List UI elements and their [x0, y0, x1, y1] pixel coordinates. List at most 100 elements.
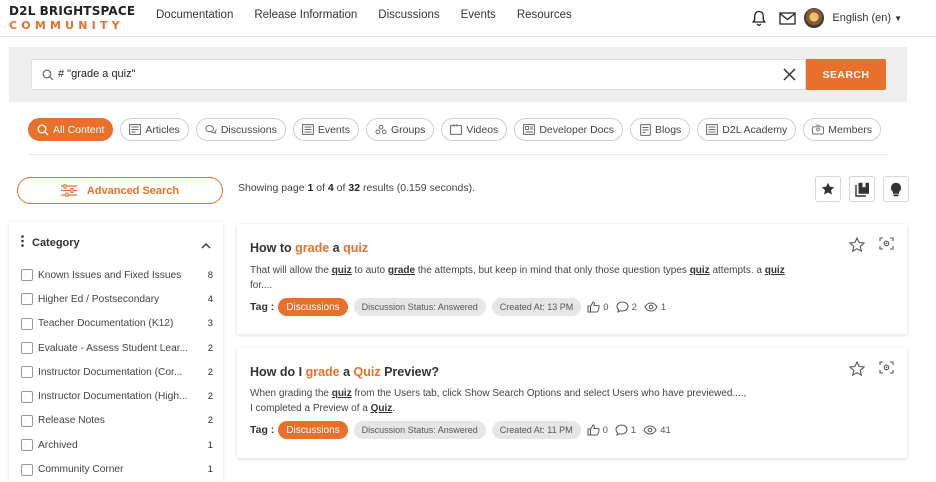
- clear-search-icon[interactable]: [782, 67, 797, 87]
- more-options-icon[interactable]: [21, 235, 24, 250]
- favorite-star-icon[interactable]: [849, 237, 865, 252]
- eye-icon: [643, 425, 657, 435]
- top-navigation-bar: D2L BRIGHTSPACE COMMUNITY Documentation R…: [0, 0, 936, 37]
- result-card: How do I grade a Quiz Preview? When grad…: [237, 348, 907, 458]
- likes-count[interactable]: 0: [587, 424, 608, 436]
- category-checkbox[interactable]: [21, 366, 33, 379]
- category-checkbox[interactable]: [21, 390, 33, 403]
- search-icon: [37, 124, 49, 136]
- tips-button[interactable]: [883, 176, 909, 202]
- search-band: # "grade a quiz" SEARCH: [9, 47, 907, 102]
- filter-groups[interactable]: Groups: [365, 118, 435, 141]
- category-checkbox[interactable]: [21, 463, 33, 476]
- thumbs-up-icon: [587, 301, 600, 313]
- preview-icon[interactable]: [879, 237, 894, 252]
- favorites-button[interactable]: [815, 176, 841, 202]
- category-item[interactable]: Community Corner 1: [21, 457, 213, 481]
- tag-badge[interactable]: Discussions: [278, 298, 348, 316]
- views-count: 1: [644, 302, 666, 313]
- likes-count[interactable]: 0: [587, 301, 609, 313]
- eye-icon: [644, 302, 658, 312]
- result-meta: Tag : Discussions Discussion Status: Ans…: [250, 421, 678, 439]
- star-icon: [821, 182, 835, 195]
- filter-divider: [28, 154, 888, 155]
- brightspace-community-logo[interactable]: D2L BRIGHTSPACE COMMUNITY: [9, 4, 135, 32]
- event-icon: [301, 124, 314, 136]
- category-item[interactable]: Known Issues and Fixed Issues 8: [21, 263, 213, 287]
- category-item[interactable]: Higher Ed / Postsecondary 4: [21, 287, 213, 311]
- category-list: Known Issues and Fixed Issues 8 Higher Ed…: [21, 263, 213, 482]
- filter-members[interactable]: Members: [803, 118, 882, 141]
- result-card: How to grade a quiz That will allow the …: [237, 224, 907, 334]
- category-checkbox[interactable]: [21, 414, 33, 427]
- search-input[interactable]: # "grade a quiz": [31, 59, 806, 90]
- category-checkbox[interactable]: [21, 342, 33, 355]
- result-snippet: When grading the quiz from the Users tab…: [250, 388, 747, 414]
- comments-count[interactable]: 1: [615, 424, 636, 436]
- category-item[interactable]: Teacher Documentation (K12) 3: [21, 312, 213, 336]
- result-title-link[interactable]: How to grade a quiz: [250, 241, 368, 255]
- language-selector[interactable]: English (en) ▼: [832, 12, 902, 24]
- blog-icon: [639, 123, 651, 136]
- results-summary: Showing page 1 of 4 of 32 results (0.159…: [238, 182, 476, 194]
- status-badge: Discussion Status: Answered: [353, 421, 486, 439]
- comments-count[interactable]: 2: [616, 301, 637, 313]
- nav-resources[interactable]: Resources: [517, 9, 572, 21]
- chevron-up-icon[interactable]: [201, 236, 211, 254]
- comment-icon: [615, 424, 628, 436]
- result-tools: [807, 176, 909, 202]
- comment-icon: [616, 301, 629, 313]
- groups-icon: [375, 124, 387, 136]
- filter-blogs[interactable]: Blogs: [630, 118, 691, 141]
- academy-icon: [706, 124, 719, 136]
- filter-discussions[interactable]: Discussions: [195, 118, 286, 141]
- category-sidebar: Category Known Issues and Fixed Issues 8 …: [9, 222, 223, 482]
- advanced-search-button[interactable]: Advanced Search: [17, 177, 223, 204]
- result-title-link[interactable]: How do I grade a Quiz Preview?: [250, 365, 439, 379]
- category-item[interactable]: Release Notes 2: [21, 409, 213, 433]
- result-snippet: That will allow the quiz to auto grade t…: [250, 265, 785, 291]
- tag-badge[interactable]: Discussions: [278, 421, 348, 439]
- saved-items-button[interactable]: [849, 176, 875, 202]
- search-button[interactable]: SEARCH: [806, 59, 886, 90]
- created-badge: Created At: 13 PM: [491, 298, 582, 316]
- category-item[interactable]: Evaluate - Assess Student Lear... 2: [21, 336, 213, 360]
- sliders-icon: [60, 184, 77, 197]
- content-type-filters: All Content Articles Discussions Events …: [28, 118, 888, 141]
- filter-all-content[interactable]: All Content: [28, 118, 114, 141]
- user-avatar[interactable]: [804, 8, 825, 28]
- result-meta: Tag : Discussions Discussion Status: Ans…: [250, 298, 673, 316]
- category-checkbox[interactable]: [21, 439, 33, 452]
- nav-release-information[interactable]: Release Information: [254, 9, 357, 21]
- filter-d2l-academy[interactable]: D2L Academy: [697, 118, 797, 141]
- status-badge: Discussion Status: Answered: [353, 298, 486, 316]
- category-checkbox[interactable]: [21, 293, 33, 306]
- top-right-controls: English (en) ▼: [742, 6, 902, 30]
- created-badge: Created At: 11 PM: [491, 421, 581, 439]
- category-checkbox[interactable]: [21, 269, 33, 282]
- main-nav: Documentation Release Information Discus…: [156, 9, 593, 21]
- filter-events[interactable]: Events: [292, 118, 359, 141]
- docs-icon: [523, 124, 536, 136]
- filter-developer-docs[interactable]: Developer Docs: [514, 118, 624, 141]
- nav-discussions[interactable]: Discussions: [378, 9, 439, 21]
- favorite-star-icon[interactable]: [849, 361, 865, 376]
- bell-icon[interactable]: [748, 7, 770, 29]
- preview-icon[interactable]: [879, 361, 894, 376]
- views-count: 41: [643, 425, 671, 436]
- thumbs-up-icon: [587, 424, 600, 436]
- nav-documentation[interactable]: Documentation: [156, 9, 233, 21]
- category-checkbox[interactable]: [21, 317, 33, 330]
- category-item[interactable]: Archived 1: [21, 433, 213, 457]
- filter-videos[interactable]: Videos: [441, 118, 508, 141]
- nav-events[interactable]: Events: [461, 9, 496, 21]
- mail-icon[interactable]: [776, 7, 798, 29]
- discussion-icon: [205, 124, 217, 136]
- category-item[interactable]: Instructor Documentation (Cor... 2: [21, 360, 213, 384]
- filter-articles[interactable]: Articles: [120, 118, 189, 141]
- category-item[interactable]: Instructor Documentation (High... 2: [21, 384, 213, 408]
- video-icon: [450, 124, 463, 136]
- article-icon: [129, 124, 142, 136]
- members-icon: [812, 124, 825, 136]
- search-query-text: # "grade a quiz": [58, 68, 136, 80]
